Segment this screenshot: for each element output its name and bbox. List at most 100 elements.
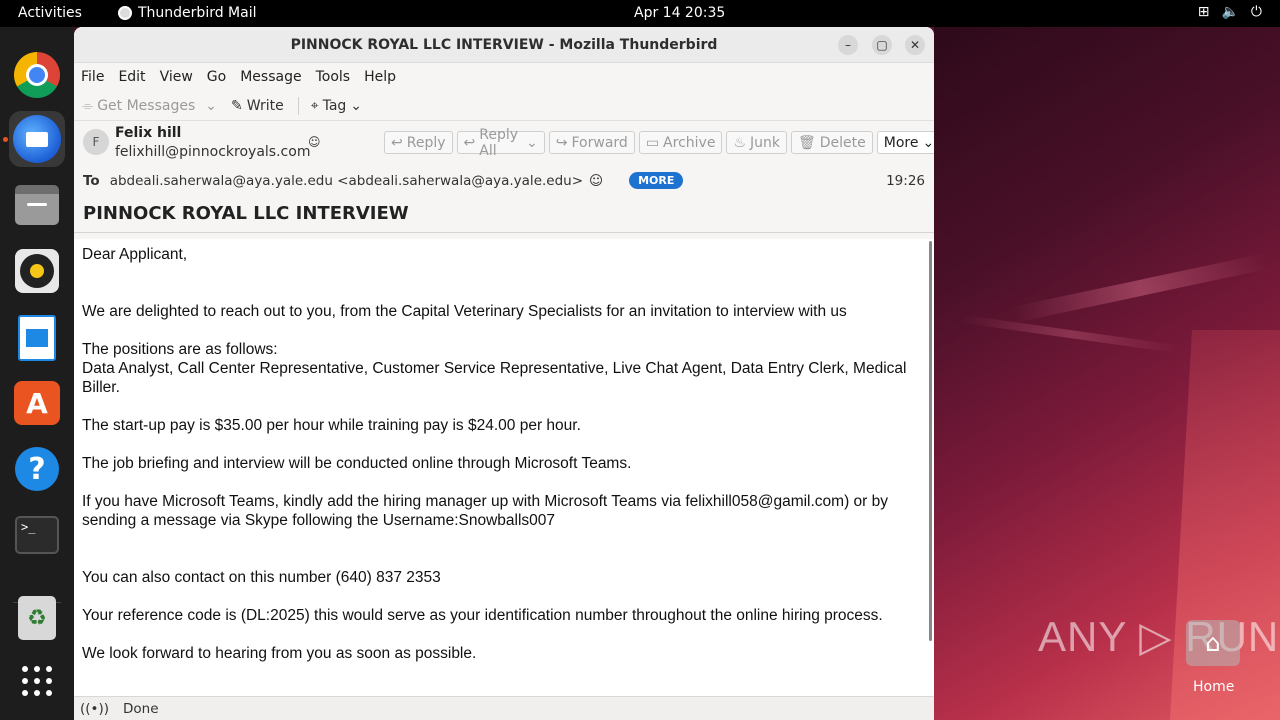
dock-files[interactable] [9,177,65,233]
avatar: F [83,129,109,155]
write-button[interactable]: ✎ Write [231,98,284,114]
tag-label: Tag [322,97,347,114]
main-toolbar: ⌯ Get Messages ⌄ ✎ Write ⌖ Tag ⌄ [74,91,934,121]
body-paragraph: We look forward to hearing from you as s… [82,645,477,662]
message-subject: PINNOCK ROYAL LLC INTERVIEW [74,201,934,233]
thunderbird-icon [118,6,132,20]
body-paragraph: The start-up pay is $35.00 per hour whil… [82,417,581,434]
sender-email[interactable]: felixhill@pinnockroyals.com [115,144,310,160]
system-status[interactable]: ⊞ 🔈 ⏻ [1198,4,1262,20]
menu-go[interactable]: Go [207,69,226,85]
recipient-row: To abdeali.saherwala@aya.yale.edu <abdea… [83,172,684,189]
recipient-address[interactable]: abdeali.saherwala@aya.yale.edu <abdeali.… [110,173,583,189]
close-icon: ✕ [909,38,921,52]
body-line: Data Analyst, Call Center Representative… [82,360,907,396]
message-header: F Felix hill felixhill@pinnockroyals.com… [74,121,934,201]
get-messages-button[interactable]: ⌯ Get Messages ⌄ [82,98,217,114]
clock[interactable]: Apr 14 20:35 [634,5,725,21]
more-label: More [883,134,919,151]
more-recipients-badge[interactable]: MORE [629,172,684,189]
dock-help[interactable]: ? [9,441,65,497]
tag-button[interactable]: ⌖ Tag ⌄ [311,98,362,114]
writer-icon [18,315,56,361]
reply-label: Reply [406,134,446,151]
body-line: The positions are as follows: [82,341,278,358]
message-body: Dear Applicant, We are delighted to reac… [74,239,934,696]
menu-message[interactable]: Message [240,69,301,85]
body-scrollbar[interactable] [929,241,932,641]
maximize-icon: ▢ [876,38,888,52]
home-folder-label[interactable]: Home [1193,679,1234,695]
home-folder-icon[interactable]: ⌂ [1186,620,1240,666]
menu-edit[interactable]: Edit [118,69,145,85]
junk-label: Junk [750,134,780,151]
reply-all-label: Reply All [479,126,519,159]
menu-file[interactable]: File [81,69,104,85]
close-button[interactable]: ✕ [905,35,925,55]
dock-trash[interactable]: ♻ [9,590,65,646]
watermark-logo: ANY ▷ RUN [1038,613,1280,660]
maximize-button[interactable]: ▢ [872,35,892,55]
thunderbird-window: PINNOCK ROYAL LLC INTERVIEW - Mozilla Th… [74,27,934,720]
pencil-icon: ✎ [231,97,243,114]
get-messages-label: Get Messages [97,97,196,114]
contact-icon[interactable]: ☺ [589,173,603,189]
reply-all-button[interactable]: ↩ Reply All ⌄ [456,127,545,159]
dock-thunderbird[interactable] [9,111,65,167]
dock-rhythmbox[interactable] [9,243,65,299]
delete-label: Delete [819,134,866,151]
body-paragraph: You can also contact on this number (640… [82,569,441,586]
activities-button[interactable]: Activities [18,5,82,21]
dock-terminal[interactable]: >_ [9,507,65,563]
delete-button[interactable]: 🗑 Delete [790,131,873,154]
minimize-button[interactable]: – [838,35,858,55]
dock-chrome[interactable] [9,47,65,103]
activity-icon[interactable]: ((•)) [80,701,109,717]
menu-tools[interactable]: Tools [316,69,351,85]
junk-button[interactable]: ♨ Junk [726,131,787,154]
sender-name[interactable]: Felix hill [115,125,181,141]
status-bar: ((•)) Done [74,696,934,720]
forward-icon: ↪ [555,134,568,151]
write-label: Write [246,97,284,114]
trash-icon: ♻ [18,596,56,640]
forward-button[interactable]: ↪ Forward [548,131,635,154]
dock-software[interactable]: A [9,375,65,431]
running-indicator [3,137,8,142]
reply-icon: ↩ [391,134,403,151]
top-bar: Activities Thunderbird Mail Apr 14 20:35… [0,0,1280,27]
more-button[interactable]: More ⌄ [876,131,934,154]
dock-writer[interactable] [9,310,65,366]
dock-app-grid[interactable] [9,653,65,709]
title-bar[interactable]: PINNOCK ROYAL LLC INTERVIEW - Mozilla Th… [74,27,934,63]
dock: A ? >_ ♻ [0,27,74,720]
minimize-icon: – [845,38,851,52]
archive-button[interactable]: ▭ Archive [638,131,723,154]
app-name: Thunderbird Mail [138,5,257,21]
to-label: To [83,172,100,189]
volume-icon: 🔈 [1221,4,1239,20]
rhythmbox-icon [15,249,59,293]
body-paragraph: The positions are as follows: Data Analy… [82,340,918,397]
power-icon: ⏻ [1250,4,1262,20]
reply-button[interactable]: ↩ Reply [384,131,453,154]
forward-label: Forward [571,134,628,151]
menu-view[interactable]: View [160,69,193,85]
junk-icon: ♨ [733,134,746,151]
chevron-down-icon: ⌄ [350,97,363,114]
contact-icon[interactable]: ☺ [308,135,321,149]
body-paragraph: If you have Microsoft Teams, kindly add … [82,493,889,529]
chevron-down-icon: ⌄ [526,134,538,151]
trash-icon: 🗑 [797,134,816,151]
download-icon: ⌯ [82,97,94,114]
body-paragraph: Your reference code is (DL:2025) this wo… [82,607,883,624]
menu-help[interactable]: Help [364,69,396,85]
app-menu[interactable]: Thunderbird Mail [118,5,257,21]
software-icon: A [14,381,60,425]
reply-all-icon: ↩ [463,134,476,151]
terminal-icon: >_ [15,516,59,554]
menu-bar: File Edit View Go Message Tools Help [74,63,934,91]
body-paragraph: Dear Applicant, [82,246,188,263]
status-text: Done [123,700,159,717]
body-paragraph: The job briefing and interview will be c… [82,455,632,472]
